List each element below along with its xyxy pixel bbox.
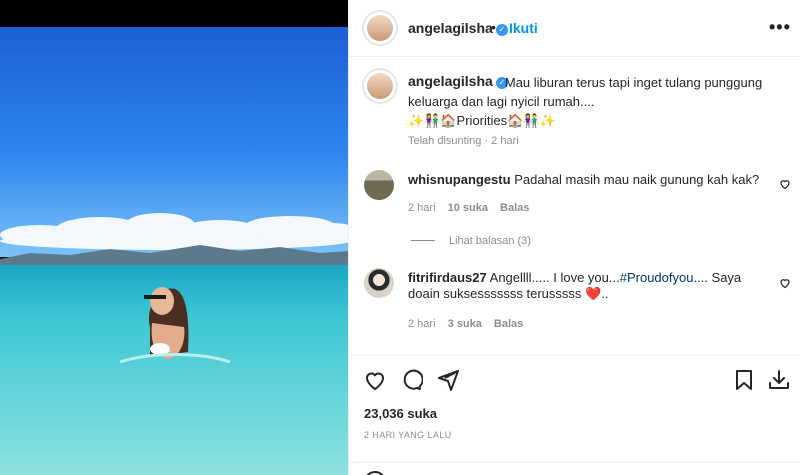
comment-meta: 2 hari 3 suka Balas xyxy=(408,318,532,330)
comment-time[interactable]: 2 hari xyxy=(408,318,436,330)
post-detail-panel: angelagilsha ✓ • Ikuti ••• angelagilsha ✓ … xyxy=(348,0,800,475)
replies-line xyxy=(411,240,435,241)
comment-text: fitrifirdaus27 Angellll..... I love you.… xyxy=(408,270,763,302)
photo-top-bar xyxy=(0,0,348,27)
post-actions: 23,036 suka 2 HARI YANG LALU xyxy=(349,355,800,475)
view-replies-button[interactable]: Lihat balasan (3) xyxy=(411,235,531,247)
beach-photo-image xyxy=(0,27,348,475)
reply-button[interactable]: Balas xyxy=(494,318,523,330)
bookmark-icon[interactable] xyxy=(732,368,756,392)
commenter-avatar[interactable] xyxy=(364,170,394,200)
reply-button[interactable]: Balas xyxy=(500,202,529,214)
caption-emoji-line: ✨👫🏠Priorities🏠👫✨ xyxy=(408,113,556,128)
header-separator: • xyxy=(491,19,496,35)
commenter-username[interactable]: fitrifirdaus27 xyxy=(408,270,487,285)
commenter-avatar[interactable] xyxy=(364,268,394,298)
post-date: 2 HARI YANG LALU xyxy=(364,430,452,440)
heart-emoji: ❤️ xyxy=(585,286,602,301)
comment-likes[interactable]: 10 suka xyxy=(448,202,488,214)
comment-meta: 2 hari 10 suka Balas xyxy=(408,202,538,214)
like-count[interactable]: 23,036 suka xyxy=(364,406,437,421)
caption-avatar[interactable] xyxy=(362,68,398,104)
comment-text: whisnupangestu Padahal masih mau naik gu… xyxy=(408,172,763,188)
commenter-username[interactable]: whisnupangestu xyxy=(408,172,511,187)
comment-heart-icon[interactable] xyxy=(779,178,791,190)
caption-body: Mau liburan terus tapi inget tulang pung… xyxy=(408,75,763,109)
author-username-text[interactable]: angelagilsha xyxy=(408,20,493,36)
comment-time[interactable]: 2 hari xyxy=(408,202,436,214)
hashtag-link[interactable]: #Proudofyou xyxy=(620,270,694,285)
verified-icon: ✓ xyxy=(495,24,508,36)
comment-body: Padahal masih mau naik gunung kah kak? xyxy=(514,172,760,187)
follow-button[interactable]: Ikuti xyxy=(509,20,538,36)
heart-icon[interactable] xyxy=(363,368,387,392)
add-comment-bar xyxy=(349,462,800,475)
post-photo[interactable] xyxy=(0,0,348,475)
download-icon[interactable] xyxy=(767,368,791,392)
author-avatar[interactable] xyxy=(362,10,398,46)
emoji-icon[interactable] xyxy=(364,471,386,475)
caption-text: angelagilsha ✓ Mau liburan terus tapi in… xyxy=(408,73,768,130)
comment-likes[interactable]: 3 suka xyxy=(448,318,482,330)
comment-body: Angellll..... I love you... xyxy=(489,270,620,285)
more-icon[interactable]: ••• xyxy=(769,17,791,38)
comment-body-end: .. xyxy=(601,286,609,301)
comment-heart-icon[interactable] xyxy=(779,277,791,289)
view-replies-label[interactable]: Lihat balasan (3) xyxy=(449,235,531,247)
caption-meta: Telah disunting · 2 hari xyxy=(408,135,519,147)
comment-icon[interactable] xyxy=(399,368,423,392)
post-header: angelagilsha ✓ • Ikuti ••• xyxy=(349,0,800,57)
share-icon[interactable] xyxy=(436,368,460,392)
